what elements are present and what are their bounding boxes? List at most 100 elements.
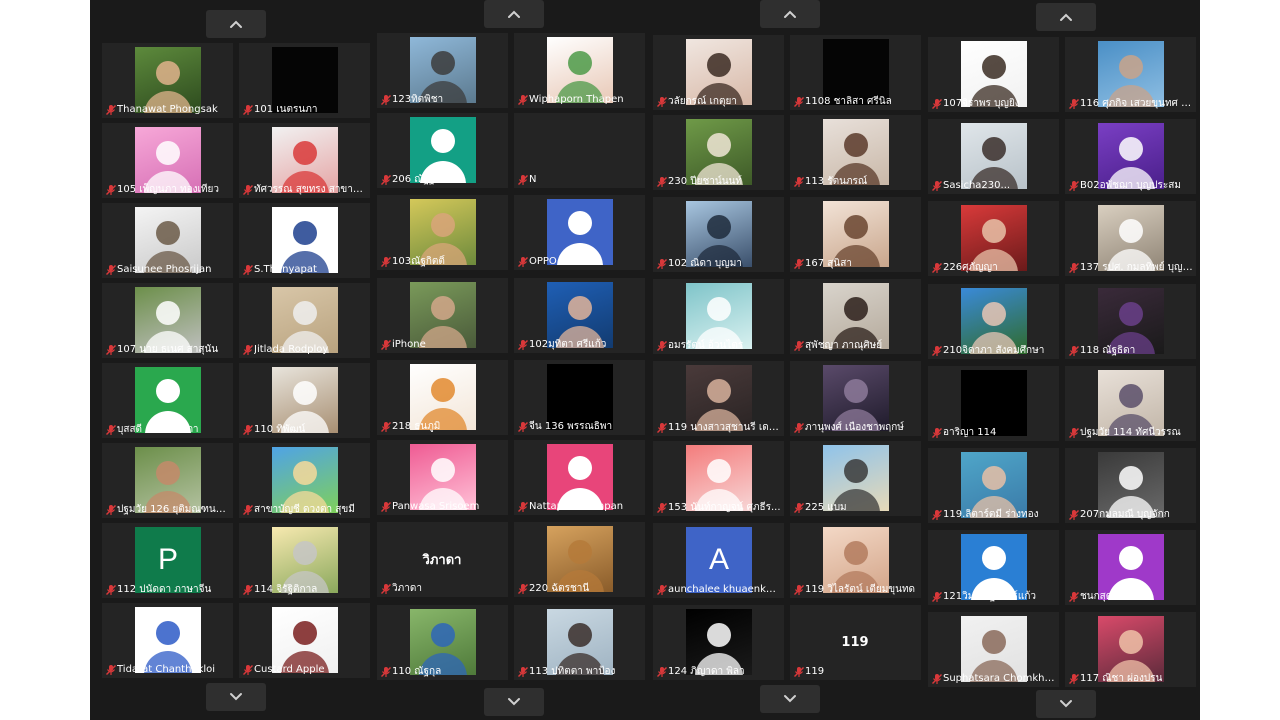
- participant-tile[interactable]: Jitlada Rodploy: [239, 283, 370, 358]
- mic-muted-icon: [655, 257, 668, 270]
- participant-tile[interactable]: สาขาบัญชี ดวงตา สุขมี: [239, 443, 370, 518]
- participant-name: วลัยกรณ์ เกตุยา: [668, 96, 737, 107]
- participant-tile[interactable]: 137 รปศ. กมลทิพย์ บุญร...: [1065, 201, 1196, 276]
- participant-tile[interactable]: N: [514, 113, 645, 188]
- participant-tile[interactable]: P 112 ปนัดดา ภาษาจีน: [102, 523, 233, 598]
- participant-tile[interactable]: 119 วิไลรัตน์ เตียมขุนทด: [790, 523, 921, 598]
- participant-tile[interactable]: iPhone: [377, 278, 508, 353]
- scroll-down-button[interactable]: [206, 683, 266, 711]
- mic-muted-icon: [379, 665, 392, 678]
- participant-name: 218 ธนภูมิ: [392, 421, 441, 432]
- participant-tile[interactable]: ปฐมวัย 126 ยุติมณฑนต์ น...: [102, 443, 233, 518]
- participant-name-bar: 112 ปนัดดา ภาษาจีน: [104, 583, 231, 596]
- participant-tile[interactable]: 206 ณัฐฐณิชา: [377, 113, 508, 188]
- participant-tile[interactable]: 107 นาย ธเนศ สาสุนัน: [102, 283, 233, 358]
- participant-tile[interactable]: Wiphaporn Thapen: [514, 33, 645, 108]
- participant-name-bar: 226ศุภัญญา: [930, 261, 1057, 274]
- participant-tile[interactable]: Tidarat Chanthakloi: [102, 603, 233, 678]
- participant-tile[interactable]: Aaunchalee khuaenkhan: [653, 523, 784, 598]
- scroll-up-button[interactable]: [1036, 3, 1096, 31]
- participant-name-bar: 230 ปียชาน์นนท์: [655, 175, 782, 188]
- participant-name-bar: Wiphaporn Thapen: [516, 93, 643, 106]
- mic-muted-icon: [516, 255, 529, 268]
- scroll-down-button[interactable]: [1036, 690, 1096, 718]
- participant-tile[interactable]: 119 119: [790, 605, 921, 680]
- participant-tile[interactable]: 117 ณิชา ผ่องปรน: [1065, 612, 1196, 687]
- participant-tile[interactable]: 207กมลมณี บุญจักก: [1065, 448, 1196, 523]
- participant-tile[interactable]: สุพัชญา ภาณุศิษย์: [790, 279, 921, 354]
- scroll-up-button[interactable]: [484, 0, 544, 28]
- mic-muted-icon: [104, 583, 117, 596]
- mic-muted-icon: [792, 175, 805, 188]
- participant-tile[interactable]: Suphatsara Chomkho...: [928, 612, 1059, 687]
- participant-tile[interactable]: 103ณัฐกิตติ์: [377, 195, 508, 270]
- participant-tile[interactable]: ชนกสุดา 122: [1065, 530, 1196, 605]
- participant-tile[interactable]: 226ศุภัญญา: [928, 201, 1059, 276]
- participant-name-bar: OPPO Reno4: [516, 255, 643, 268]
- scroll-up-button[interactable]: [760, 0, 820, 28]
- participant-name-bar: 220 ฉัตรชานี: [516, 582, 643, 595]
- participant-name: ชนกสุดา 122: [1080, 591, 1141, 602]
- participant-tile[interactable]: 105 เพ็ญนภา ทองเทียว: [102, 123, 233, 198]
- participant-tile[interactable]: 230 ปียชาน์นนท์: [653, 115, 784, 190]
- participant-tile[interactable]: ทัศวรรณ สุขทรง สาขากา...: [239, 123, 370, 198]
- participant-name-bar: aunchalee khuaenkhan: [655, 583, 782, 596]
- participant-tile[interactable]: 167 สุนิสา: [790, 197, 921, 272]
- participant-tile[interactable]: Custard Apple: [239, 603, 370, 678]
- participant-tile[interactable]: 1108 ชาลิสา ศรีนิล: [790, 35, 921, 110]
- participant-tile[interactable]: จีน 136 พรรณธิพา: [514, 360, 645, 435]
- participant-tile[interactable]: 113 ปทิตตา พาป้อง: [514, 605, 645, 680]
- participant-name-bar: Sasicha230...: [930, 179, 1057, 192]
- mic-muted-icon: [104, 423, 117, 436]
- participant-tile[interactable]: OPPO Reno4: [514, 195, 645, 270]
- participant-tile[interactable]: 210จิดาภา สังคมศึกษา: [928, 284, 1059, 359]
- participant-name-bar: 137 รปศ. กมลทิพย์ บุญร...: [1067, 261, 1194, 274]
- scroll-down-button[interactable]: [484, 688, 544, 716]
- participant-tile[interactable]: อาริญา 114: [928, 366, 1059, 441]
- participant-tile[interactable]: อมรรัตน์ อ้วนไตร: [653, 279, 784, 354]
- participant-tile[interactable]: ปฐมวัย 114 ทัศนีวรรณ: [1065, 366, 1196, 441]
- participant-tile[interactable]: 124 ภิญาดา พิลา: [653, 605, 784, 680]
- participant-tile[interactable]: 118 ณัฐธิดา: [1065, 284, 1196, 359]
- participant-tile[interactable]: 220 ฉัตรชานี: [514, 522, 645, 597]
- participant-tile[interactable]: วลัยกรณ์ เกตุยา: [653, 35, 784, 110]
- participant-tile[interactable]: 119.ลิตาร์ตมี่ ร่างทอง: [928, 448, 1059, 523]
- participant-tile[interactable]: 153 นันท์กาญจน์ ศุภธีร...: [653, 441, 784, 516]
- participant-tile[interactable]: Thanawat Phongsak: [102, 43, 233, 118]
- participant-tile[interactable]: บุสสดี อากาศโสภา: [102, 363, 233, 438]
- participant-tile[interactable]: 116 ศุภกิจ เสวยขุนทศ เค...: [1065, 37, 1196, 112]
- participant-tile[interactable]: S.Thanyapat: [239, 203, 370, 278]
- participant-name-bar: 119: [792, 665, 919, 678]
- participant-tile[interactable]: B02อพัชฌา บุญประสม: [1065, 119, 1196, 194]
- participant-tile[interactable]: Panwasa Srisoem: [377, 440, 508, 515]
- participant-name-bar: iPhone: [379, 338, 506, 351]
- participant-name: 119 นางสาวสุชานรี เดชศิริ: [668, 422, 782, 433]
- participant-tile[interactable]: 107จิราพร บุญยิ่ง: [928, 37, 1059, 112]
- scroll-up-button[interactable]: [206, 10, 266, 38]
- participant-name-bar: 206 ณัฐฐณิชา: [379, 173, 506, 186]
- participant-tile[interactable]: ภานุพงศ์ เนื่องชาพฤกษ์: [790, 361, 921, 436]
- participant-name: ปฐมวัย 126 ยุติมณฑนต์ น...: [117, 504, 231, 515]
- participant-tile[interactable]: 102มุทิตา ศรีแก้ว: [514, 278, 645, 353]
- participant-tile[interactable]: 102 ณิดา บุญมา: [653, 197, 784, 272]
- scroll-down-button[interactable]: [760, 685, 820, 713]
- participant-tile[interactable]: Nattaporn Inimpan: [514, 440, 645, 515]
- participant-tile[interactable]: 119 นางสาวสุชานรี เดชศิริ: [653, 361, 784, 436]
- participant-tile[interactable]: 121วิมลณัฐ พันธ์แก้ว: [928, 530, 1059, 605]
- participant-tile[interactable]: 110 ทิพัฒน์: [239, 363, 370, 438]
- participant-tile[interactable]: 123ทิตพิชา: [377, 33, 508, 108]
- participant-name: 107จิราพร บุญยิ่ง: [943, 98, 1020, 109]
- participant-tile[interactable]: 110 ณัฐกุล: [377, 605, 508, 680]
- mic-muted-icon: [930, 179, 943, 192]
- participant-tile[interactable]: 114 จิรัฐิติกาล: [239, 523, 370, 598]
- participant-tile[interactable]: 101 เนตรนภา: [239, 43, 370, 118]
- participant-name-bar: Nattaporn Inimpan: [516, 500, 643, 513]
- participant-tile[interactable]: 113 รัตนภรณ์: [790, 115, 921, 190]
- participant-tile[interactable]: Saisunee Phosrijan: [102, 203, 233, 278]
- participant-tile[interactable]: 218 ธนภูมิ: [377, 360, 508, 435]
- participant-tile[interactable]: วิภาดา วิภาดา: [377, 522, 508, 597]
- participant-name-bar: 123ทิตพิชา: [379, 93, 506, 106]
- participant-tile[interactable]: Sasicha230...: [928, 119, 1059, 194]
- participant-name-bar: ปฐมวัย 126 ยุติมณฑนต์ น...: [104, 503, 231, 516]
- participant-tile[interactable]: 225 แบม: [790, 441, 921, 516]
